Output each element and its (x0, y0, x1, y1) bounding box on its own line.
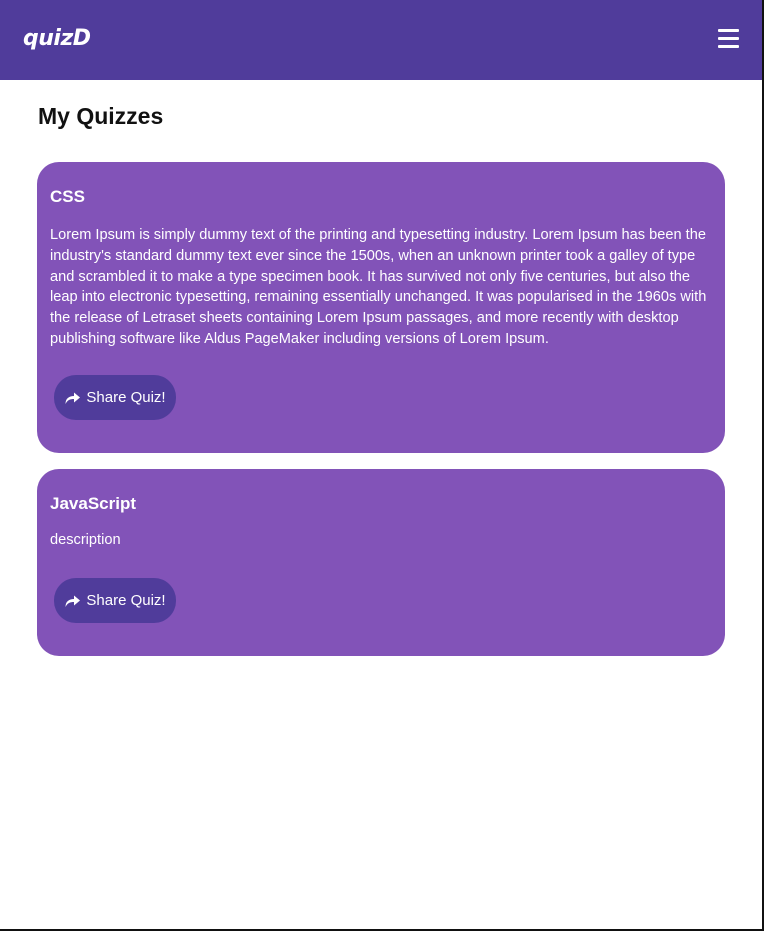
share-quiz-button[interactable]: Share Quiz! (54, 578, 176, 623)
share-arrow-icon (65, 392, 81, 404)
share-quiz-label: Share Quiz! (86, 592, 166, 609)
quiz-card: CSS Lorem Ipsum is simply dummy text of … (37, 162, 725, 453)
top-navbar: quizD (0, 0, 762, 80)
share-arrow-icon (65, 595, 81, 607)
quiz-description: Lorem Ipsum is simply dummy text of the … (50, 227, 707, 347)
quiz-title: JavaScript (50, 494, 136, 513)
page-title: My Quizzes (38, 103, 164, 129)
share-quiz-button[interactable]: Share Quiz! (54, 375, 176, 420)
hamburger-menu-icon[interactable] (712, 26, 744, 52)
brand-logo[interactable]: quizD (23, 24, 91, 54)
quiz-description: description (50, 532, 121, 548)
quiz-card: JavaScript description Share Quiz! (37, 469, 725, 656)
share-quiz-label: Share Quiz! (86, 389, 166, 406)
window-border (0, 0, 764, 931)
quiz-title: CSS (50, 187, 85, 206)
